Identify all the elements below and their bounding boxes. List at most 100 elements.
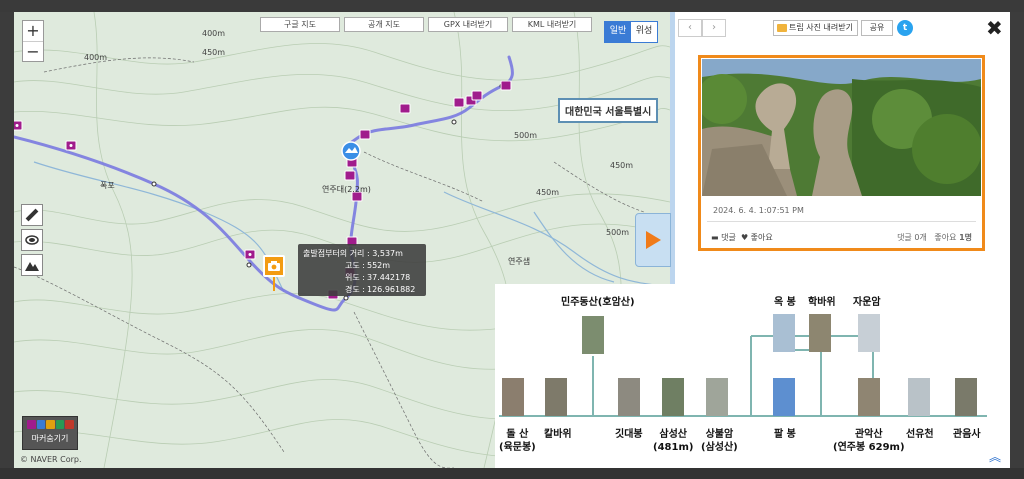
landmark-label: 돌 산 (육문봉)	[499, 429, 536, 453]
next-photo-button[interactable]: ›	[702, 19, 726, 37]
landmark-photo[interactable]	[662, 378, 684, 416]
landmark-photo[interactable]	[618, 378, 640, 416]
download-trip-photos-label: 트립 사진 내려받기	[789, 23, 853, 32]
panel-toggle-button[interactable]	[635, 213, 671, 267]
contour-label: 400m	[202, 29, 226, 38]
scroll-to-top-button[interactable]: ︽	[984, 448, 1006, 466]
landmark-label: 칼바위	[544, 429, 572, 440]
landmark-photo[interactable]	[502, 378, 524, 416]
google-map-button[interactable]: 구글 지도	[260, 17, 340, 32]
comment-count: 댓글 0개	[897, 233, 927, 242]
browser-top-bar	[0, 0, 1024, 12]
landmark-photo[interactable]	[706, 378, 728, 416]
landmark-photo[interactable]	[545, 378, 567, 416]
landmark-photo[interactable]	[773, 314, 795, 352]
zoom-out-button[interactable]: −	[23, 41, 43, 61]
place-label-peak: 연주대(2.2m)	[322, 185, 371, 194]
close-icon[interactable]: ✖	[986, 16, 1003, 40]
landmark-photo[interactable]	[773, 378, 795, 416]
comment-button[interactable]: ▬ 댓글	[711, 232, 736, 243]
twitter-icon[interactable]: t	[897, 20, 913, 36]
photo-card: 2024. 6. 4. 1:07:51 PM ▬ 댓글 ♥ 좋아요 댓글 0개 …	[698, 55, 985, 251]
prev-photo-button[interactable]: ‹	[678, 19, 702, 37]
landmark-photo[interactable]	[858, 378, 880, 416]
landmark-label: 깃대봉	[615, 429, 643, 440]
map-toolbar: 구글 지도 공개 지도 GPX 내려받기 KML 내려받기	[260, 17, 596, 32]
landmark-label: 학바위	[808, 297, 836, 308]
elevation-tool[interactable]	[21, 254, 43, 276]
landmark-label: 팔 봉	[774, 429, 796, 440]
page-backdrop-left	[0, 12, 14, 479]
area-icon	[25, 235, 39, 245]
area-tool[interactable]	[21, 229, 43, 251]
card-separator	[707, 221, 976, 222]
share-button[interactable]: 공유	[861, 20, 893, 36]
contour-label: 500m	[606, 228, 630, 237]
landmark-label: 삼성산 (481m)	[653, 429, 694, 453]
rock-photo	[702, 59, 981, 196]
track-info-tooltip: 출발점부터의 거리 : 3,537m 고도 :552m 위도 :37.44217…	[298, 244, 426, 296]
marker-icon	[55, 420, 65, 429]
page-backdrop-right	[1010, 12, 1024, 479]
photo-date: 2024. 6. 4. 1:07:51 PM	[713, 206, 804, 215]
landmark-diagram: 민주동산(호암산) 옥 봉 학바위 자운암 돌 산 (육문봉) 칼바위 깃대봉 …	[495, 284, 1010, 468]
contour-label: 450m	[202, 48, 226, 57]
map-type-normal[interactable]: 일반	[605, 22, 631, 42]
page-backdrop-bottom	[0, 468, 1024, 479]
landmark-label: 자운암	[853, 297, 881, 308]
contour-label: 500m	[514, 131, 538, 140]
marker-legend-icons	[23, 417, 77, 429]
hide-markers-label: 마커숨기기	[31, 434, 69, 443]
landmark-photo[interactable]	[582, 316, 604, 354]
marker-icon	[27, 420, 36, 429]
photo-counts: 댓글 0개 좋아요 1명	[897, 232, 972, 243]
photo-actions: ▬ 댓글 ♥ 좋아요	[711, 232, 773, 243]
landmark-label: 상불암 (삼성산)	[701, 429, 738, 453]
camera-icon	[268, 261, 280, 271]
altitude-label: 고도 :	[345, 261, 365, 270]
contour-label: 400m	[84, 53, 108, 62]
marker-icon	[65, 420, 74, 429]
contour-label: 450m	[610, 161, 634, 170]
ruler-tool[interactable]	[21, 204, 43, 226]
distance-value: 3,537m	[372, 249, 403, 258]
marker-icon	[36, 420, 46, 429]
play-arrow-icon	[646, 231, 661, 249]
landmark-photo[interactable]	[809, 314, 831, 352]
landmark-label: 관음사	[953, 429, 981, 440]
trip-photo[interactable]	[702, 59, 981, 196]
marker-icon	[46, 420, 55, 429]
landmark-photo[interactable]	[908, 378, 930, 416]
like-label: 좋아요	[750, 233, 773, 242]
hide-markers-button[interactable]: 마커숨기기	[22, 416, 78, 450]
gpx-download-button[interactable]: GPX 내려받기	[428, 17, 508, 32]
map-type-toggle: 일반 위성	[604, 21, 658, 43]
photo-nav: ‹ ›	[678, 19, 726, 37]
photo-marker-stem	[273, 277, 275, 291]
landmark-photo[interactable]	[858, 314, 880, 352]
public-map-button[interactable]: 공개 지도	[344, 17, 424, 32]
kml-download-button[interactable]: KML 내려받기	[512, 17, 592, 32]
photo-panel: ‹ › 트립 사진 내려받기 공유 t ✖ 2024. 6. 4. 1:07:5…	[675, 12, 1010, 284]
photo-icon	[777, 24, 787, 32]
place-label-spring: 연주샘	[508, 257, 531, 266]
like-count: 1명	[959, 233, 972, 242]
altitude-value: 552m	[367, 261, 391, 270]
landmark-photo[interactable]	[955, 378, 977, 416]
zoom-in-button[interactable]: +	[23, 21, 43, 41]
comment-label: 댓글	[721, 233, 736, 242]
current-photo-marker[interactable]	[263, 255, 285, 277]
map-tools	[21, 204, 43, 279]
download-trip-photos-button[interactable]: 트립 사진 내려받기	[773, 20, 858, 36]
map-copyright: © NAVER Corp.	[20, 455, 82, 464]
landmark-label: 옥 봉	[774, 297, 796, 308]
ruler-icon	[25, 208, 39, 222]
landmark-label: 민주동산(호암산)	[561, 297, 635, 308]
zoom-control: + −	[22, 20, 44, 62]
longitude-label: 경도 :	[345, 285, 365, 294]
mountain-icon	[25, 262, 39, 271]
map-type-satellite[interactable]: 위성	[631, 22, 657, 42]
latitude-value: 37.442178	[367, 273, 411, 282]
place-label-waterfall: 폭포	[100, 181, 115, 190]
like-button[interactable]: ♥ 좋아요	[741, 232, 773, 243]
